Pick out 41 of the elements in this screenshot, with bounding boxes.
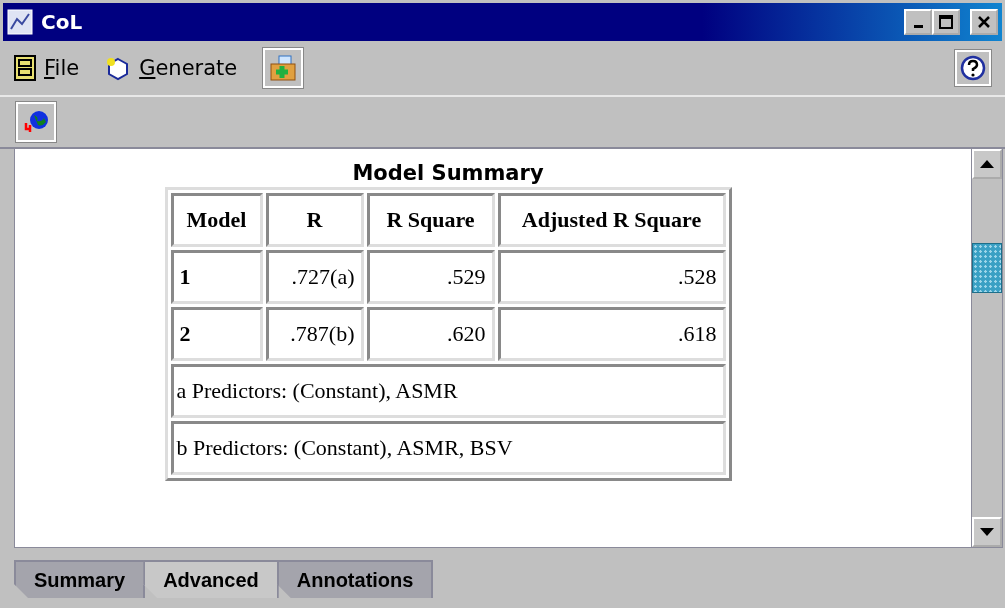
scroll-thumb[interactable] xyxy=(972,243,1002,293)
add-folder-button[interactable] xyxy=(263,48,304,88)
table-cell: 1 xyxy=(170,250,263,304)
tab[interactable]: Advanced xyxy=(143,560,279,598)
tab[interactable]: Summary xyxy=(14,560,146,598)
footnote: b Predictors: (Constant), ASMR, BSV xyxy=(170,421,726,475)
maximize-icon xyxy=(938,14,954,30)
footnote: a Predictors: (Constant), ASMR xyxy=(170,364,726,418)
globe-button[interactable] xyxy=(16,102,56,142)
tab[interactable]: Annotations xyxy=(276,560,434,598)
menu-item[interactable]: File xyxy=(14,55,80,81)
column-header: R xyxy=(265,193,364,247)
folder-plus-icon xyxy=(269,54,298,82)
vertical-scrollbar[interactable] xyxy=(971,149,1002,547)
up-arrow-icon xyxy=(980,160,994,168)
cabinet-icon xyxy=(14,55,36,81)
table-cell: .529 xyxy=(366,250,495,304)
maximize-button[interactable] xyxy=(932,9,960,35)
scroll-down-button[interactable] xyxy=(972,517,1002,547)
report-title: Model Summary xyxy=(352,161,544,185)
column-header: Adjusted R Square xyxy=(497,193,726,247)
table-cell: .528 xyxy=(497,250,726,304)
table-cell: 2 xyxy=(170,307,263,361)
chart-icon xyxy=(7,9,33,35)
table-cell: .787(b) xyxy=(265,307,364,361)
help-button[interactable] xyxy=(955,50,991,86)
menu-item[interactable]: Generate xyxy=(105,55,238,81)
table-cell: .618 xyxy=(497,307,726,361)
down-arrow-icon xyxy=(980,528,994,536)
close-icon xyxy=(976,14,992,30)
window-title: CoL xyxy=(41,10,84,34)
column-header: R Square xyxy=(366,193,495,247)
scroll-up-button[interactable] xyxy=(972,149,1002,179)
column-header: Model xyxy=(170,193,263,247)
globe-icon xyxy=(22,109,50,135)
table-cell: .727(a) xyxy=(265,250,364,304)
table-cell: .620 xyxy=(366,307,495,361)
close-button[interactable] xyxy=(970,9,998,35)
help-icon xyxy=(960,55,986,81)
minimize-icon xyxy=(913,25,923,28)
minimize-button[interactable] xyxy=(904,9,932,35)
